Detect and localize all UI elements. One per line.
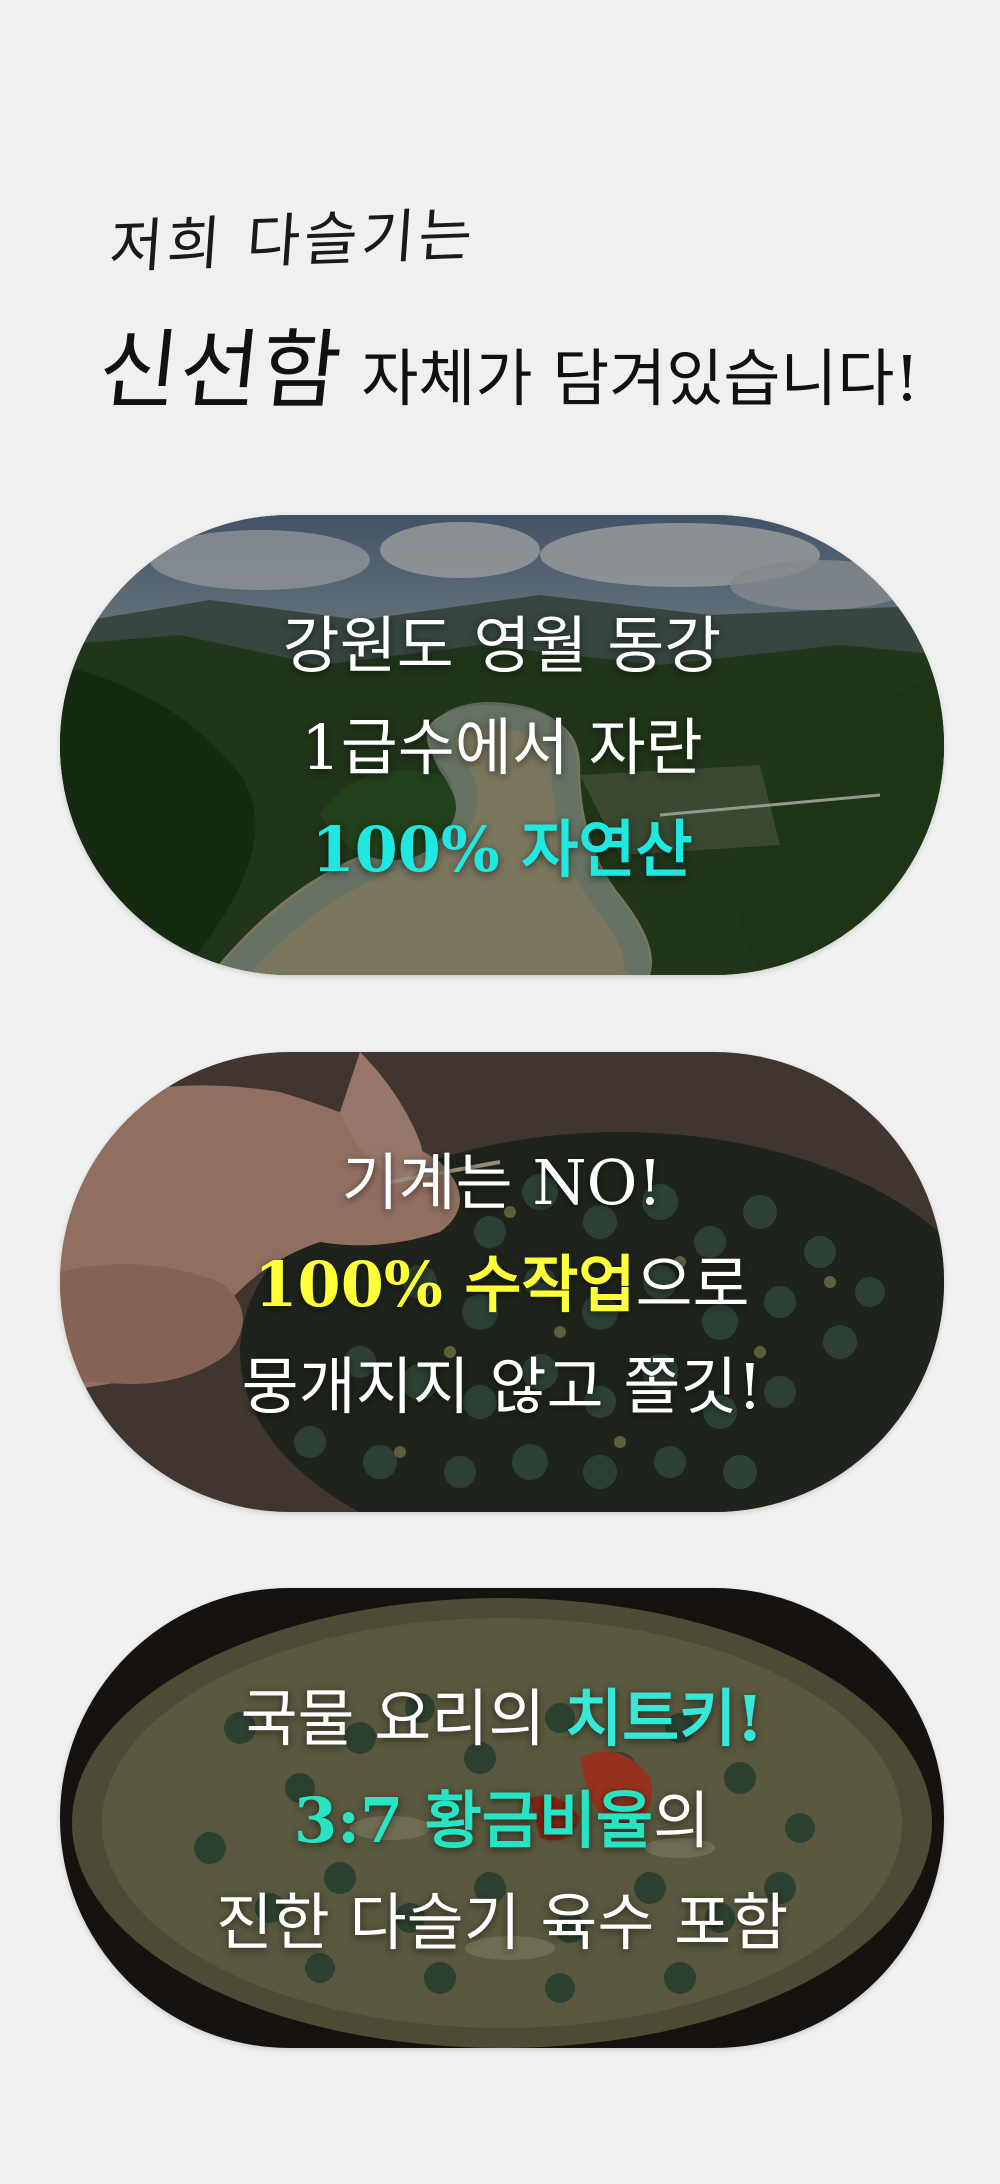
card-handmade-highlight: 100% 수작업 (254, 1248, 636, 1321)
intro-subtitle: 저희 다슬기는 (107, 200, 479, 282)
card-origin-line2: 1급수에서 자란 (301, 711, 703, 784)
card-origin: 강원도 영월 동강 1급수에서 자란 100% 자연산 (60, 515, 944, 975)
card-broth-line3: 진한 다슬기 육수 포함 (215, 1886, 789, 1959)
intro-headline-emphasis: 신선함 (93, 321, 348, 421)
card-broth-line1-lead: 국물 요리의 (240, 1682, 546, 1755)
card-broth-highlight-2: 3:7 황금비율 (294, 1784, 653, 1857)
intro-headline: 신선함 자체가 담겨있습니다! (94, 300, 920, 425)
card-broth: 국물 요리의 치트키! 3:7 황금비율의 진한 다슬기 육수 포함 (60, 1588, 944, 2048)
card-handmade-caption: 기계는 NO! 100% 수작업으로 뭉개지지 않고 쫄깃! (60, 1132, 944, 1438)
card-handmade-line1: 기계는 NO! (341, 1146, 663, 1219)
card-handmade: 기계는 NO! 100% 수작업으로 뭉개지지 않고 쫄깃! (60, 1052, 944, 1512)
card-origin-highlight: 100% 자연산 (311, 813, 693, 886)
card-broth-caption: 국물 요리의 치트키! 3:7 황금비율의 진한 다슬기 육수 포함 (60, 1668, 944, 1974)
card-broth-highlight-1: 치트키! (565, 1682, 764, 1755)
card-handmade-line2-rest: 으로 (635, 1248, 750, 1321)
intro-headline-rest: 자체가 담겨있습니다! (361, 342, 920, 415)
card-origin-line1: 강원도 영월 동강 (282, 609, 722, 682)
card-handmade-line3: 뭉개지지 않고 쫄깃! (241, 1350, 763, 1423)
card-origin-caption: 강원도 영월 동강 1급수에서 자란 100% 자연산 (60, 595, 944, 901)
card-broth-line2-rest: 의 (652, 1784, 710, 1857)
